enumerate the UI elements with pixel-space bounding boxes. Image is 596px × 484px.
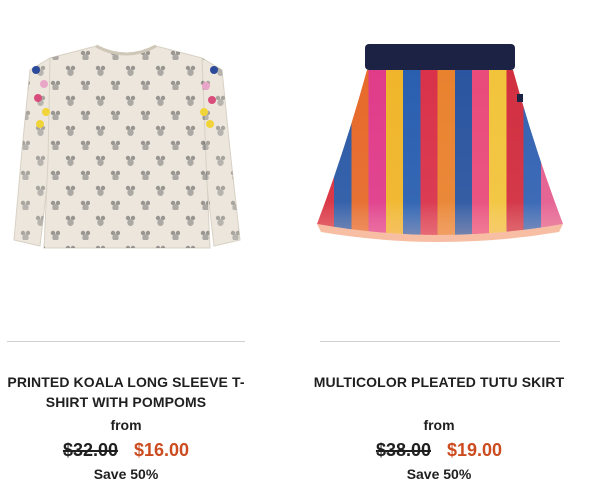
sale-price: $16.00 xyxy=(134,440,190,460)
price-from-label: from xyxy=(110,417,142,433)
original-price: $38.00 xyxy=(375,440,431,460)
product-card[interactable]: PRINTED KOALA LONG SLEEVE T-SHIRT WITH P… xyxy=(0,0,252,484)
product-card[interactable]: MULTICOLOR PLEATED TUTU SKIRT from $38.0… xyxy=(313,0,565,484)
product-name[interactable]: PRINTED KOALA LONG SLEEVE T-SHIRT WITH P… xyxy=(0,372,252,412)
price-row: $38.00 $19.00 xyxy=(313,438,565,462)
product-name[interactable]: MULTICOLOR PLEATED TUTU SKIRT xyxy=(313,372,565,392)
koala-tshirt-image[interactable] xyxy=(0,0,252,290)
price-from-label: from xyxy=(423,417,455,433)
price-row: $32.00 $16.00 xyxy=(0,438,252,462)
sale-price: $19.00 xyxy=(447,440,503,460)
original-price: $32.00 xyxy=(62,440,118,460)
save-badge: Save 50% xyxy=(406,466,472,482)
divider xyxy=(7,341,245,342)
divider xyxy=(320,341,560,342)
tutu-skirt-image[interactable] xyxy=(313,0,565,290)
save-badge: Save 50% xyxy=(93,466,159,482)
